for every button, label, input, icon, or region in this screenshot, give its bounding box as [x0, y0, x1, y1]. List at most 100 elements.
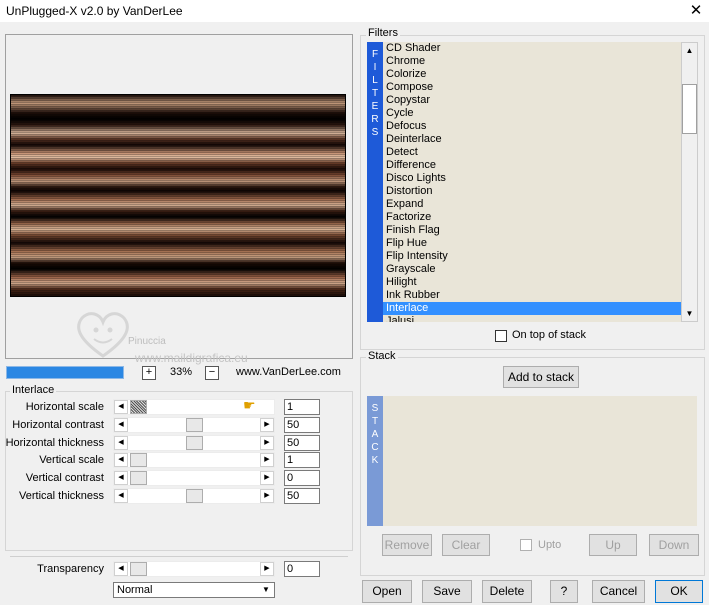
filter-list-item[interactable]: Factorize: [383, 211, 681, 224]
slider-thumb[interactable]: [130, 471, 147, 485]
filters-strip-letter: T: [371, 88, 379, 99]
interlace-legend: Interlace: [10, 384, 57, 396]
blend-mode-value: Normal: [117, 584, 153, 596]
filters-strip-letter: E: [371, 101, 379, 112]
on-top-of-stack-label: On top of stack: [512, 329, 586, 341]
filter-list-item[interactable]: Difference: [383, 159, 681, 172]
horizontal-scale-label: Horizontal scale: [25, 401, 104, 413]
filter-list-item[interactable]: Colorize: [383, 68, 681, 81]
save-button[interactable]: Save: [422, 580, 472, 603]
on-top-of-stack-checkbox[interactable]: [495, 330, 507, 342]
filter-list-item[interactable]: Jalusi: [383, 315, 681, 322]
pointing-hand-icon: ☛: [243, 397, 256, 413]
window-title: UnPlugged-X v2.0 by VanDerLee: [6, 4, 183, 18]
filters-legend: Filters: [366, 27, 400, 39]
scroll-up-icon[interactable]: ▲: [682, 43, 697, 58]
transparency-label: Transparency: [37, 563, 104, 575]
progress-bar: [6, 366, 124, 379]
filter-list-item[interactable]: Deinterlace: [383, 133, 681, 146]
filter-list-item[interactable]: Flip Intensity: [383, 250, 681, 263]
filter-list-item[interactable]: Hilight: [383, 276, 681, 289]
stack-list[interactable]: [383, 396, 697, 526]
transparency-value[interactable]: 0: [284, 561, 320, 577]
slider-thumb[interactable]: [186, 436, 203, 450]
blend-mode-select[interactable]: Normal ▼: [113, 582, 275, 598]
filter-list-item[interactable]: Grayscale: [383, 263, 681, 276]
slider-right-arrow-icon[interactable]: ▶: [260, 453, 274, 467]
slider-left-arrow-icon[interactable]: ◀: [114, 562, 128, 576]
transparency-divider: [10, 556, 348, 557]
chevron-down-icon[interactable]: ▼: [259, 584, 273, 596]
filter-list-item[interactable]: Ink Rubber: [383, 289, 681, 302]
filter-list-item[interactable]: Expand: [383, 198, 681, 211]
ok-button[interactable]: OK: [655, 580, 703, 603]
scroll-down-icon[interactable]: ▼: [682, 306, 697, 321]
slider-left-arrow-icon[interactable]: ◀: [114, 471, 128, 485]
down-button[interactable]: Down: [649, 534, 699, 556]
slider-right-arrow-icon[interactable]: ▶: [260, 471, 274, 485]
preview-image: [10, 94, 346, 297]
watermark-url: www.maildigrafica.eu: [135, 351, 248, 365]
filter-list-item[interactable]: Compose: [383, 81, 681, 94]
up-button[interactable]: Up: [589, 534, 637, 556]
website-link[interactable]: www.VanDerLee.com: [236, 366, 341, 378]
slider-left-arrow-icon[interactable]: ◀: [114, 453, 128, 467]
filters-strip-letter: L: [372, 75, 378, 86]
filter-list-item[interactable]: Copystar: [383, 94, 681, 107]
horizontal-contrast-value[interactable]: 50: [284, 417, 320, 433]
filter-list[interactable]: CD Shader Chrome Colorize Compose Copystar Cy…: [383, 42, 681, 322]
filter-list-item[interactable]: Detect: [383, 146, 681, 159]
filter-list-item[interactable]: CD Shader: [383, 42, 681, 55]
cancel-button[interactable]: Cancel: [592, 580, 645, 603]
filter-list-item[interactable]: Flip Hue: [383, 237, 681, 250]
upto-label: Upto: [538, 539, 562, 551]
zoom-out-button[interactable]: −: [205, 366, 219, 380]
open-button[interactable]: Open: [362, 580, 412, 603]
stack-legend: Stack: [366, 350, 398, 362]
filters-strip-letter: F: [371, 49, 379, 60]
slider-thumb[interactable]: [130, 562, 147, 576]
stack-strip-letter: A: [371, 429, 379, 440]
delete-button[interactable]: Delete: [482, 580, 532, 603]
stack-strip-letter: T: [371, 416, 379, 427]
slider-right-arrow-icon[interactable]: ▶: [260, 489, 274, 503]
stack-strip-letter: K: [371, 455, 379, 466]
add-to-stack-button[interactable]: Add to stack: [503, 366, 579, 388]
slider-left-arrow-icon[interactable]: ◀: [114, 400, 128, 414]
upto-checkbox[interactable]: [520, 539, 532, 551]
slider-left-arrow-icon[interactable]: ◀: [114, 418, 128, 432]
horizontal-thickness-value[interactable]: 50: [284, 435, 320, 451]
horizontal-contrast-label: Horizontal contrast: [12, 419, 104, 431]
slider-thumb[interactable]: [186, 489, 203, 503]
slider-right-arrow-icon[interactable]: ▶: [260, 418, 274, 432]
filters-vertical-label: FILTERS: [367, 42, 383, 322]
filter-list-item[interactable]: Defocus: [383, 120, 681, 133]
slider-right-arrow-icon[interactable]: ▶: [260, 562, 274, 576]
slider-thumb[interactable]: [186, 418, 203, 432]
zoom-in-button[interactable]: +: [142, 366, 156, 380]
stack-vertical-label: STACK: [367, 396, 383, 526]
help-button[interactable]: ?: [550, 580, 578, 603]
filter-list-item[interactable]: Interlace: [383, 302, 681, 315]
remove-button[interactable]: Remove: [382, 534, 432, 556]
vertical-contrast-label: Vertical contrast: [25, 472, 104, 484]
slider-left-arrow-icon[interactable]: ◀: [114, 489, 128, 503]
horizontal-scale-value[interactable]: 1: [284, 399, 320, 415]
vertical-contrast-value[interactable]: 0: [284, 470, 320, 486]
vertical-thickness-value[interactable]: 50: [284, 488, 320, 504]
filter-list-item[interactable]: Finish Flag: [383, 224, 681, 237]
filter-list-item[interactable]: Chrome: [383, 55, 681, 68]
scroll-thumb[interactable]: [682, 84, 697, 134]
slider-thumb[interactable]: [130, 400, 147, 414]
stack-strip-letter: S: [371, 403, 379, 414]
slider-left-arrow-icon[interactable]: ◀: [114, 436, 128, 450]
vertical-scale-value[interactable]: 1: [284, 452, 320, 468]
filter-list-item[interactable]: Cycle: [383, 107, 681, 120]
slider-right-arrow-icon[interactable]: ▶: [260, 436, 274, 450]
close-icon[interactable]: ✕: [686, 1, 706, 21]
clear-button[interactable]: Clear: [442, 534, 490, 556]
watermark-heart-icon: [77, 312, 129, 358]
filter-list-item[interactable]: Distortion: [383, 185, 681, 198]
filter-list-item[interactable]: Disco Lights: [383, 172, 681, 185]
slider-thumb[interactable]: [130, 453, 147, 467]
